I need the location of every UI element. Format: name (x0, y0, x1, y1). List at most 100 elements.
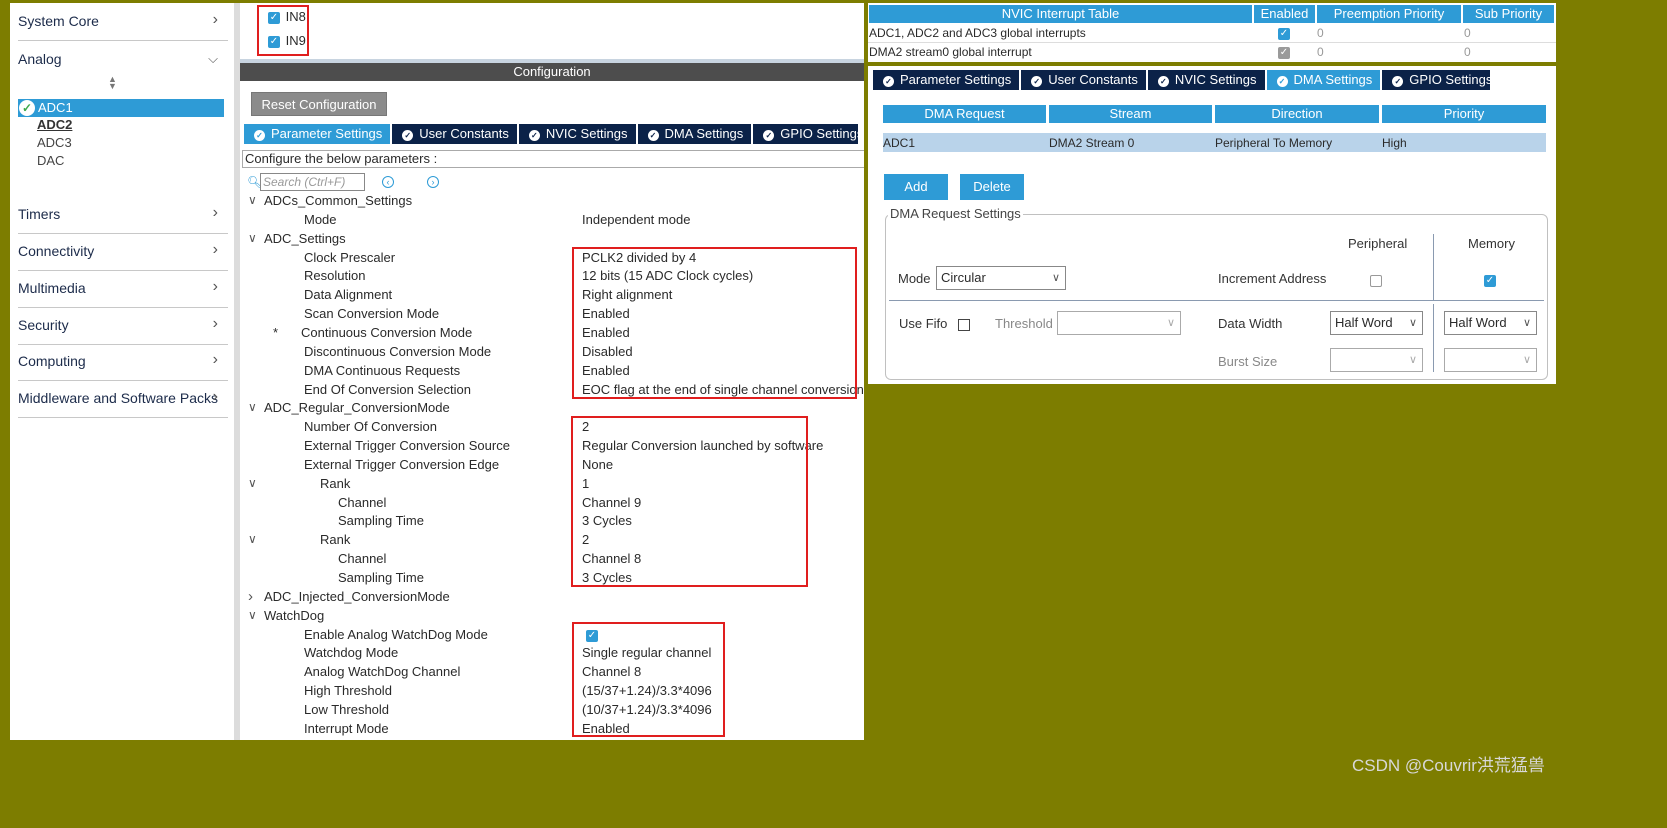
category-label: Multimedia (18, 280, 86, 296)
category-label: System Core (18, 13, 99, 29)
increment-address-label: Increment Address (1218, 271, 1327, 286)
category-multimedia[interactable]: Multimedia › (18, 270, 228, 308)
use-fifo-checkbox[interactable] (958, 316, 970, 331)
category-timers[interactable]: Timers › (18, 196, 228, 234)
category-label: Analog (18, 51, 62, 67)
param-group-row[interactable]: ∨ WatchDog (240, 606, 860, 625)
param-row[interactable]: Enable Analog WatchDog Mode ✓ (240, 625, 860, 644)
dma-priority-cell: High (1382, 136, 1407, 150)
table-header: NVIC Interrupt Table (869, 5, 1252, 23)
nvic-enabled-checkbox: ✓ (1278, 43, 1290, 61)
param-row[interactable]: Analog WatchDog Channel Channel 8 (240, 662, 860, 681)
tab-label: NVIC Settings (545, 126, 628, 141)
param-group-row[interactable]: ∨ ADCs_Common_Settings (240, 191, 860, 210)
tab-label: User Constants (1048, 72, 1138, 87)
chevron-down-icon[interactable]: ∨ (248, 398, 257, 417)
mode-value: Circular (941, 270, 986, 285)
dma-direction-cell: Peripheral To Memory (1215, 136, 1333, 150)
highlight-box (572, 622, 725, 737)
tab-label: Parameter Settings (900, 72, 1012, 87)
sidebar-item-adc1[interactable]: ✓ ADC1 (18, 99, 224, 117)
checkbox-unchecked-icon (958, 318, 970, 331)
param-group-row[interactable]: ∨ ADC_Settings (240, 229, 860, 248)
search-previous-icon[interactable]: ‹ (382, 176, 394, 188)
check-icon: ✓ (528, 130, 540, 141)
table-row[interactable]: ADC1 DMA2 Stream 0 Peripheral To Memory … (883, 133, 1546, 152)
mode-select[interactable]: Circular ∨ (936, 266, 1066, 290)
param-group-row[interactable]: › ADC_Injected_ConversionMode (240, 587, 860, 606)
tab-dma-settings[interactable]: ✓ DMA Settings (638, 124, 754, 144)
category-analog[interactable]: Analog ⌵ (18, 41, 228, 79)
chevron-down-icon[interactable]: ∨ (248, 229, 257, 248)
chevron-down-icon[interactable]: ∨ (248, 530, 257, 549)
chevron-right-icon: › (212, 241, 218, 258)
checkbox-checked-icon[interactable]: ✓ (268, 11, 280, 24)
sidebar-item-adc2[interactable]: ADC2 (37, 117, 72, 132)
chevron-right-icon[interactable]: › (248, 587, 253, 606)
search-input[interactable]: Search (Ctrl+F) (260, 173, 365, 191)
tab-user-constants[interactable]: ✓ User Constants (392, 124, 519, 144)
param-row[interactable]: Interrupt Mode Enabled (240, 719, 860, 738)
sort-arrows-icon[interactable]: ▲ ▼ (108, 75, 117, 91)
param-name: Scan Conversion Mode (304, 306, 440, 321)
nvic-preemption: 0 (1317, 45, 1324, 59)
category-middleware[interactable]: Middleware and Software Packs › (18, 380, 228, 418)
tab-gpio-settings[interactable]: ✓ GPIO Settings (753, 124, 871, 144)
param-row[interactable]: Mode Independent mode (240, 210, 860, 229)
chevron-down-icon[interactable]: ∨ (248, 191, 257, 210)
data-width-label: Data Width (1218, 316, 1283, 331)
param-group-row[interactable]: ∨ ADC_Regular_ConversionMode (240, 398, 860, 417)
data-width-memory-select[interactable]: Half Word ∨ (1444, 311, 1537, 335)
param-row[interactable]: Watchdog Mode Single regular channel (240, 643, 860, 662)
use-fifo-label: Use Fifo (899, 316, 948, 331)
category-sidebar: System Core › Analog ⌵ ▲ ▼ ✓ ADC1 ADC2 AD… (10, 3, 234, 787)
param-row[interactable]: High Threshold (15/37+1.24)/3.3*4096 (240, 681, 860, 700)
increment-memory-checkbox[interactable]: ✓ (1484, 272, 1496, 287)
chevron-right-icon: › (212, 388, 218, 405)
data-width-peripheral-select[interactable]: Half Word ∨ (1330, 311, 1423, 335)
threshold-label: Threshold (995, 316, 1053, 331)
param-row[interactable]: Low Threshold (10/37+1.24)/3.3*4096 (240, 700, 860, 719)
param-name: ADC_Settings (264, 231, 346, 246)
tab-label: Parameter Settings (271, 126, 383, 141)
nvic-enabled-checkbox[interactable]: ✓ (1278, 24, 1290, 42)
sidebar-item-adc3[interactable]: ADC3 (37, 135, 72, 150)
param-name: Channel (338, 495, 387, 510)
param-name: Rank (320, 532, 351, 547)
tab-parameter-settings[interactable]: ✓ Parameter Settings (873, 70, 1022, 90)
chevron-down-icon[interactable]: ∨ (248, 474, 257, 493)
check-icon: ✓ (1276, 76, 1288, 87)
checkbox-checked-icon[interactable]: ✓ (268, 35, 280, 48)
category-system-core[interactable]: System Core › (18, 3, 228, 41)
category-connectivity[interactable]: Connectivity › (18, 233, 228, 271)
tab-user-constants[interactable]: ✓ User Constants (1021, 70, 1148, 90)
category-computing[interactable]: Computing › (18, 343, 228, 381)
chevron-down-icon: ⌵ (208, 51, 218, 66)
reset-configuration-button[interactable]: Reset Configuration (251, 92, 387, 116)
search-next-icon[interactable]: › (427, 176, 439, 188)
add-button[interactable]: Add (884, 174, 948, 200)
nvic-sub-priority[interactable]: 0 (1464, 24, 1471, 42)
category-security[interactable]: Security › (18, 307, 228, 345)
nvic-row-name: DMA2 stream0 global interrupt (869, 45, 1032, 59)
table-header: Direction (1215, 105, 1379, 123)
channel-in8[interactable]: ✓ IN8 (268, 9, 306, 24)
tab-parameter-settings[interactable]: ✓ Parameter Settings (244, 124, 393, 144)
chevron-down-icon[interactable]: ∨ (248, 606, 257, 625)
divider (1433, 304, 1434, 372)
nvic-table: NVIC Interrupt Table Enabled Preemption … (868, 3, 1556, 62)
sidebar-item-dac[interactable]: DAC (37, 153, 64, 168)
param-value[interactable]: Independent mode (582, 210, 690, 229)
increment-peripheral-checkbox[interactable] (1370, 272, 1382, 287)
tab-nvic-settings[interactable]: ✓ NVIC Settings (519, 124, 638, 144)
channel-in9[interactable]: ✓ IN9 (268, 33, 306, 48)
tab-nvic-settings[interactable]: ✓ NVIC Settings (1148, 70, 1267, 90)
select-value: Half Word (1335, 315, 1393, 330)
tab-gpio-settings[interactable]: ✓ GPIO Settings (1382, 70, 1500, 90)
param-name: Data Alignment (304, 287, 393, 302)
nvic-preemption[interactable]: 0 (1317, 24, 1324, 42)
check-icon: ✓ (402, 130, 414, 141)
tab-dma-settings[interactable]: ✓ DMA Settings (1266, 70, 1383, 90)
tab-label: NVIC Settings (1174, 72, 1257, 87)
delete-button[interactable]: Delete (960, 174, 1024, 200)
